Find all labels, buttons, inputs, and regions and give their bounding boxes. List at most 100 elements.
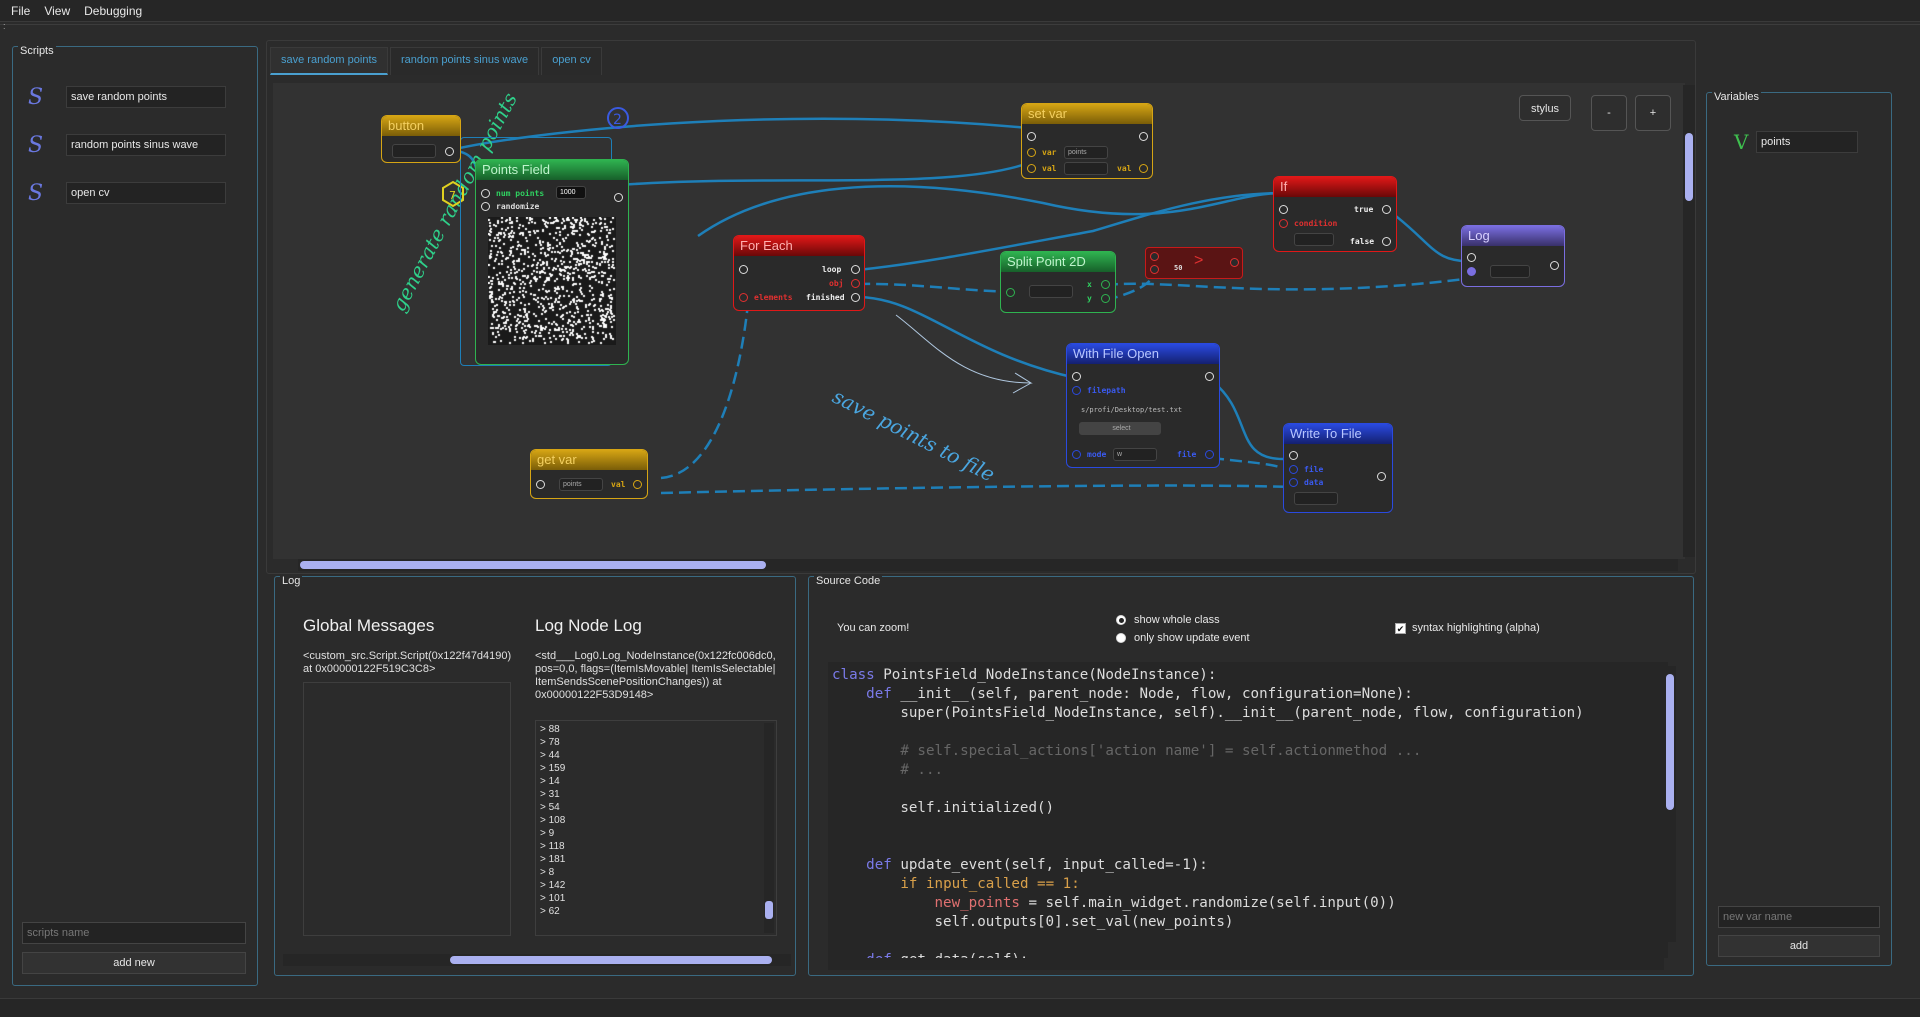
- toolbar-handle[interactable]: :: [3, 22, 6, 31]
- mode-input[interactable]: w: [1113, 448, 1157, 461]
- input-port[interactable]: [1027, 132, 1036, 141]
- node-compare[interactable]: 50 >: [1145, 247, 1243, 279]
- input-port[interactable]: [1289, 451, 1298, 460]
- output-port[interactable]: [1377, 472, 1386, 481]
- whole-class-radio[interactable]: [1116, 615, 1126, 625]
- input-port[interactable]: [481, 202, 490, 211]
- input-port[interactable]: [481, 189, 490, 198]
- input-port[interactable]: [1150, 252, 1159, 261]
- output-port[interactable]: [1205, 450, 1214, 459]
- output-port[interactable]: [1550, 261, 1559, 270]
- input-port[interactable]: [739, 265, 748, 274]
- add-variable-button[interactable]: add: [1718, 935, 1880, 957]
- var-input[interactable]: points: [1064, 146, 1108, 159]
- node-set-var[interactable]: set var var points val val: [1021, 103, 1153, 179]
- get-var-input[interactable]: points: [559, 478, 603, 491]
- tab-random-points-sinus-wave[interactable]: random points sinus wave: [390, 47, 540, 75]
- scrollbar-thumb[interactable]: [765, 901, 773, 919]
- script-name-input[interactable]: scripts name: [22, 922, 246, 944]
- log-horizontal-scrollbar[interactable]: [283, 954, 791, 966]
- input-port[interactable]: [1279, 219, 1288, 228]
- output-port[interactable]: [851, 293, 860, 302]
- script-name-field[interactable]: random points sinus wave: [66, 134, 226, 156]
- output-port[interactable]: [633, 480, 642, 489]
- input-port[interactable]: [1072, 372, 1081, 381]
- menu-debugging[interactable]: Debugging: [77, 4, 149, 18]
- zoom-in-button[interactable]: +: [1635, 95, 1671, 131]
- output-port[interactable]: [614, 193, 623, 202]
- menu-view[interactable]: View: [37, 4, 77, 18]
- select-file-button[interactable]: select: [1079, 422, 1161, 435]
- node-for-each[interactable]: For Each loop obj elements finished: [733, 235, 865, 311]
- global-messages-box[interactable]: [303, 682, 511, 936]
- menu-file[interactable]: File: [4, 4, 37, 18]
- script-name-field[interactable]: save random points: [66, 86, 226, 108]
- output-port[interactable]: [851, 265, 860, 274]
- node-with-file-open[interactable]: With File Open filepath s/profi/Desktop/…: [1066, 343, 1220, 468]
- variable-name-field[interactable]: points: [1756, 131, 1858, 153]
- script-item[interactable]: S open cv: [28, 182, 226, 206]
- output-port[interactable]: [1382, 205, 1391, 214]
- input-port[interactable]: [1027, 148, 1036, 157]
- script-item[interactable]: S random points sinus wave: [28, 134, 226, 158]
- output-port[interactable]: [1230, 258, 1239, 267]
- node-points-field[interactable]: Points Field num points 1000 randomize: [475, 159, 629, 365]
- log-input[interactable]: [1490, 265, 1530, 278]
- data-input[interactable]: [1294, 492, 1338, 505]
- num-points-input[interactable]: 1000: [556, 186, 586, 199]
- output-port[interactable]: [851, 279, 860, 288]
- output-port[interactable]: [1139, 164, 1148, 173]
- code-horizontal-scrollbar[interactable]: [828, 958, 1664, 970]
- canvas-vertical-scrollbar[interactable]: [1683, 85, 1695, 557]
- add-script-button[interactable]: add new: [22, 952, 246, 974]
- node-button[interactable]: button: [381, 115, 461, 163]
- update-event-radio[interactable]: [1116, 633, 1126, 643]
- output-port[interactable]: [1101, 280, 1110, 289]
- script-item[interactable]: S save random points: [28, 86, 226, 110]
- input-port[interactable]: [1027, 164, 1036, 173]
- output-port[interactable]: [1101, 294, 1110, 303]
- stylus-button[interactable]: stylus: [1519, 95, 1571, 121]
- input-port[interactable]: [1467, 253, 1476, 262]
- output-port[interactable]: [1382, 237, 1391, 246]
- source-code-view[interactable]: class PointsField_NodeInstance(NodeInsta…: [828, 662, 1668, 958]
- flow-canvas[interactable]: generate random points save points to fi…: [273, 83, 1685, 559]
- input-port[interactable]: [1289, 465, 1298, 474]
- input-port[interactable]: [1289, 478, 1298, 487]
- input-port[interactable]: [1006, 288, 1015, 297]
- point-input[interactable]: [1029, 285, 1073, 298]
- syntax-highlighting-checkbox[interactable]: ✔: [1395, 623, 1406, 634]
- node-log[interactable]: Log: [1461, 225, 1565, 287]
- log-node-box[interactable]: > 88 > 78 > 44 > 159 > 14 > 31 > 54 > 108 > 9 > 1…: [535, 720, 777, 936]
- button-widget[interactable]: [392, 144, 436, 158]
- input-port[interactable]: [1072, 450, 1081, 459]
- code-scrollbar[interactable]: [1664, 666, 1676, 942]
- log-scrollbar[interactable]: [764, 723, 774, 933]
- scrollbar-thumb[interactable]: [300, 561, 766, 569]
- input-port[interactable]: [536, 480, 545, 489]
- input-port[interactable]: [1072, 386, 1081, 395]
- tab-open-cv[interactable]: open cv: [541, 47, 602, 75]
- input-port[interactable]: [1279, 205, 1288, 214]
- input-port[interactable]: [1150, 265, 1159, 274]
- scrollbar-thumb[interactable]: [450, 956, 772, 964]
- node-get-var[interactable]: get var points val: [530, 449, 648, 499]
- input-port[interactable]: [1467, 267, 1476, 276]
- val-input[interactable]: [1064, 162, 1108, 175]
- node-split-point[interactable]: Split Point 2D x y: [1000, 251, 1116, 313]
- tab-save-random-points[interactable]: save random points: [270, 47, 388, 75]
- node-write-to-file[interactable]: Write To File file data: [1283, 423, 1393, 513]
- zoom-out-button[interactable]: -: [1591, 95, 1627, 131]
- output-port[interactable]: [445, 147, 454, 156]
- scrollbar-thumb[interactable]: [1685, 133, 1693, 201]
- output-port[interactable]: [1139, 132, 1148, 141]
- condition-input[interactable]: [1294, 233, 1334, 246]
- input-port[interactable]: [739, 293, 748, 302]
- output-port[interactable]: [1205, 372, 1214, 381]
- script-name-field[interactable]: open cv: [66, 182, 226, 204]
- scripts-title: Scripts: [18, 45, 56, 57]
- scrollbar-thumb[interactable]: [1666, 674, 1674, 810]
- node-if[interactable]: If true condition false: [1273, 176, 1397, 252]
- canvas-horizontal-scrollbar[interactable]: [298, 559, 1678, 571]
- new-var-name-input[interactable]: new var name: [1718, 906, 1880, 928]
